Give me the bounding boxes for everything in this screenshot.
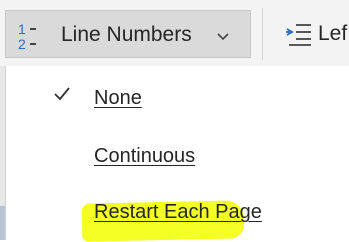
menu-item-none[interactable]: None [6,72,349,124]
svg-text:2: 2 [18,36,26,51]
indent-left-label: Lef [318,22,348,45]
line-numbers-button[interactable]: 1 2 Line Numbers [5,10,251,58]
ribbon-separator [262,8,263,60]
indent-left-button[interactable]: Lef [278,10,349,58]
checkmark-icon [54,87,70,101]
menu-item-label: Continuous [94,145,196,167]
chevron-down-icon [216,29,230,41]
line-numbers-icon: 1 2 [16,21,50,52]
menu-item-label: Restart Each Page [94,201,262,223]
line-numbers-menu: None Continuous Restart Each Page [5,66,349,242]
line-numbers-label: Line Numbers [61,23,192,46]
svg-text:1: 1 [18,21,26,37]
ribbon: 1 2 Line Numbers Lef [0,0,349,66]
menu-item-restart-each-page[interactable]: Restart Each Page [6,186,349,238]
indent-left-icon [286,23,312,47]
menu-item-label: None [94,87,142,109]
menu-item-continuous[interactable]: Continuous [6,130,349,182]
